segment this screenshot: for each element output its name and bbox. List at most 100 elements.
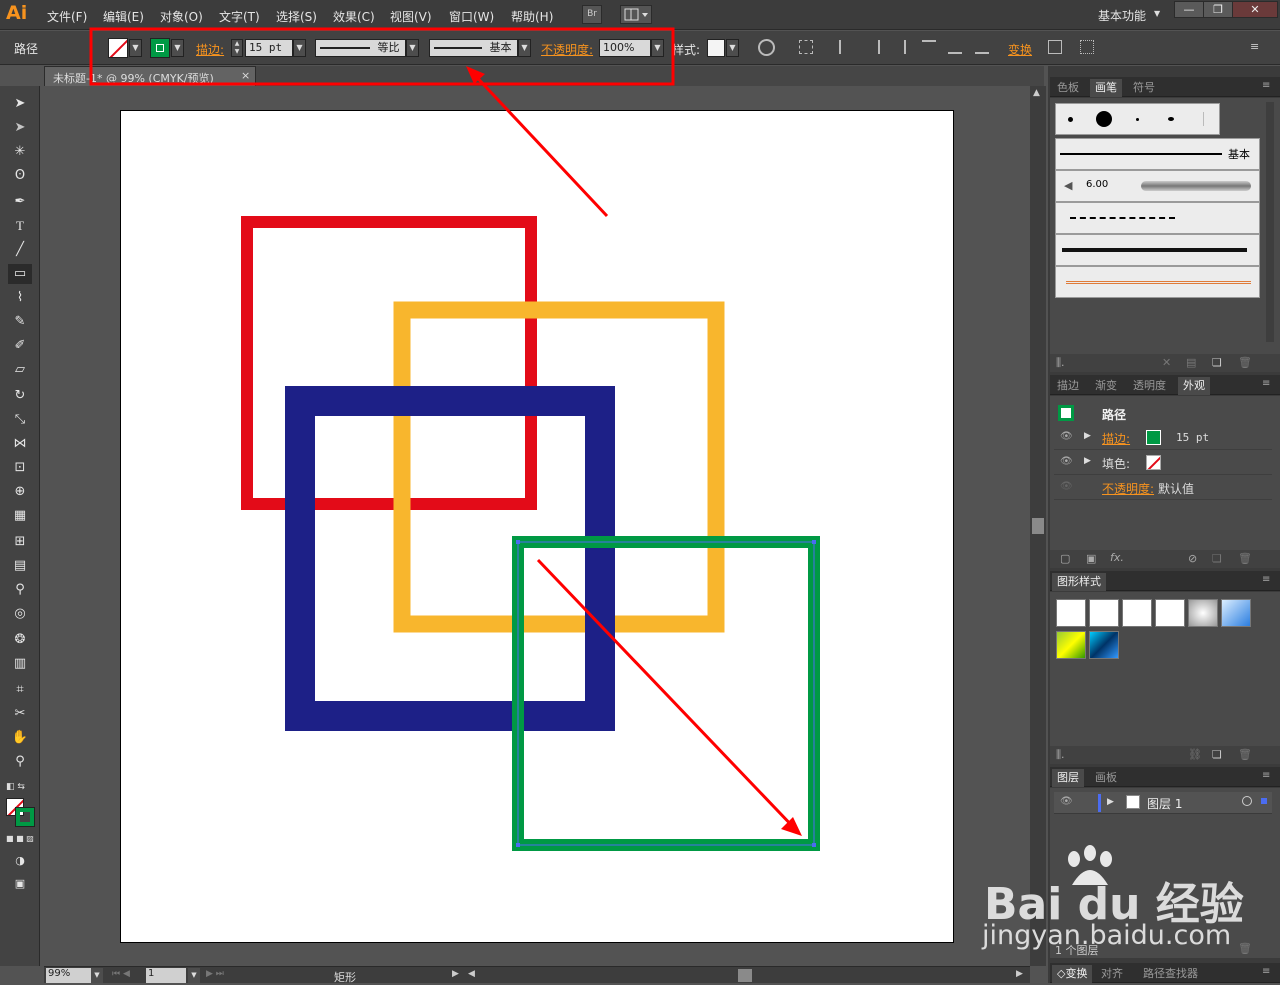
layer-name[interactable]: 图层 1	[1147, 795, 1182, 812]
hand-tool-icon[interactable]: ✋	[8, 728, 32, 748]
graphic-style-outline[interactable]	[1155, 599, 1185, 627]
eraser-tool-icon[interactable]: ▱	[8, 360, 32, 380]
appearance-stroke-value[interactable]: 15 pt	[1176, 431, 1209, 444]
layer-target-icon[interactable]	[1242, 796, 1252, 806]
graphic-styles-menu-icon[interactable]: ≡	[1262, 574, 1270, 585]
visibility-eye-icon[interactable]: 👁	[1060, 431, 1073, 442]
selection-anchor[interactable]	[516, 540, 520, 544]
free-transform-tool-icon[interactable]: ⊡	[8, 458, 32, 478]
style-dropdown[interactable]: ▼	[726, 39, 739, 57]
graphic-style-white[interactable]	[1122, 599, 1152, 627]
artboard-number-input[interactable]: 1	[146, 968, 186, 983]
appearance-stroke-label[interactable]: 描边:	[1102, 430, 1130, 447]
opacity-dropdown[interactable]: ▼	[651, 39, 664, 57]
type-tool-icon[interactable]: T	[8, 216, 32, 236]
menu-type[interactable]: 文字(T)	[219, 8, 260, 25]
eyedropper-tool-icon[interactable]: ⚲	[8, 580, 32, 600]
graphic-style-blue-texture[interactable]	[1089, 631, 1119, 659]
menu-help[interactable]: 帮助(H)	[511, 8, 553, 25]
tab-layers[interactable]: 图层	[1052, 769, 1084, 787]
canvas-workarea[interactable]	[44, 86, 1030, 966]
variable-width-profile[interactable]: 等比	[315, 39, 406, 57]
selection-anchor[interactable]	[812, 843, 816, 847]
default-colors-icon[interactable]: ◧ ⇆	[6, 782, 25, 792]
menu-effect[interactable]: 效果(C)	[333, 8, 375, 25]
opacity-label[interactable]: 不透明度:	[541, 41, 593, 58]
drawing-mode-icon[interactable]: ◑	[8, 851, 32, 871]
shape-builder-tool-icon[interactable]: ⊕	[8, 482, 32, 502]
arrange-documents-button[interactable]	[620, 5, 652, 24]
align-middle-v-icon[interactable]	[948, 40, 962, 54]
rectangle-tool-icon[interactable]: ▭	[8, 264, 32, 284]
menu-select[interactable]: 选择(S)	[276, 8, 317, 25]
pen-tool-icon[interactable]: ✒	[8, 192, 32, 212]
tab-gradient[interactable]: 渐变	[1090, 377, 1122, 395]
graphic-style-green-texture[interactable]	[1056, 631, 1086, 659]
graphic-style-library-icon[interactable]: ⫼.	[1056, 748, 1065, 762]
visibility-eye-icon[interactable]: 👁	[1060, 456, 1073, 467]
artboard-tool-icon[interactable]: ⌗	[8, 680, 32, 700]
tab-brushes[interactable]: 画笔	[1090, 79, 1122, 97]
duplicate-item-icon[interactable]: ❏	[1212, 552, 1222, 565]
zoom-input[interactable]: 99%	[46, 968, 91, 983]
fill-dropdown[interactable]: ▼	[129, 39, 142, 57]
appearance-stroke-row[interactable]: 👁 ▶ 描边: 15 pt	[1054, 426, 1272, 450]
transform-link[interactable]: 变换	[1008, 41, 1032, 58]
pattern-brush-row[interactable]	[1055, 202, 1260, 234]
layer-expand-icon[interactable]: ▶	[1107, 797, 1114, 807]
brush-dot-oval[interactable]	[1168, 117, 1174, 121]
rotate-tool-icon[interactable]: ↻	[8, 386, 32, 406]
horizontal-scroll-thumb[interactable]	[738, 969, 752, 982]
brush-dropdown[interactable]: ▼	[518, 39, 531, 57]
brush-dot-tiny[interactable]	[1136, 118, 1139, 121]
brush-panel-menu-icon[interactable]: ≡	[1262, 80, 1270, 91]
fill-swatch[interactable]	[108, 38, 128, 58]
artboard-dropdown-icon[interactable]: ▼	[188, 968, 200, 983]
tab-transparency[interactable]: 透明度	[1128, 377, 1171, 395]
appearance-opacity-label[interactable]: 不透明度:	[1102, 480, 1154, 497]
tab-transform[interactable]: ◇变换	[1052, 965, 1093, 983]
gradient-tool-icon[interactable]: ▤	[8, 556, 32, 576]
scroll-left-icon[interactable]: ◀	[468, 969, 475, 979]
bottom-panel-menu-icon[interactable]: ≡	[1262, 966, 1270, 977]
brush-dot-small[interactable]	[1068, 117, 1073, 122]
tab-align[interactable]: 对齐	[1096, 965, 1128, 983]
workspace-switcher[interactable]: 基本功能	[1098, 7, 1146, 24]
layer-selection-indicator[interactable]	[1261, 798, 1267, 804]
remove-brush-stroke-icon[interactable]: ✕	[1162, 356, 1171, 369]
layers-panel-menu-icon[interactable]: ≡	[1262, 770, 1270, 781]
direct-selection-tool-icon[interactable]: ➤	[8, 118, 32, 138]
scale-tool-icon[interactable]: ⤡	[8, 410, 32, 430]
document-tab[interactable]: 未标题-1* @ 99% (CMYK/预览) ×	[44, 66, 256, 86]
status-menu-icon[interactable]: ▶	[452, 969, 459, 979]
appearance-opacity-row[interactable]: 👁 不透明度: 默认值	[1054, 476, 1272, 500]
selection-anchor[interactable]	[812, 540, 816, 544]
zoom-tool-icon[interactable]: ⚲	[8, 752, 32, 772]
new-brush-icon[interactable]: ❏	[1212, 356, 1222, 369]
isolate-icon[interactable]	[1048, 40, 1062, 54]
brush-dot-thin[interactable]	[1203, 112, 1204, 126]
align-bottom-icon[interactable]	[975, 40, 989, 54]
magic-wand-tool-icon[interactable]: ✳	[8, 142, 32, 162]
vertical-scroll-thumb[interactable]	[1032, 518, 1044, 534]
artboard-nav-first-icon[interactable]: ⏮ ◀	[112, 969, 130, 979]
brush-options-icon[interactable]: ▤	[1186, 356, 1196, 369]
brush-definition[interactable]: 基本	[429, 39, 518, 57]
expand-triangle-icon[interactable]: ▶	[1084, 456, 1091, 466]
new-graphic-style-icon[interactable]: ❏	[1212, 748, 1222, 761]
stroke-weight-dropdown[interactable]: ▼	[293, 39, 306, 57]
delete-graphic-style-icon[interactable]: 🗑	[1238, 748, 1252, 761]
graphic-style-default[interactable]	[1056, 599, 1086, 627]
width-tool-icon[interactable]: ⋈	[8, 434, 32, 454]
layer-row[interactable]: 👁 ▶ 图层 1	[1054, 792, 1272, 814]
menu-view[interactable]: 视图(V)	[390, 8, 432, 25]
align-top-icon[interactable]	[922, 40, 936, 54]
expand-triangle-icon[interactable]: ▶	[1084, 431, 1091, 441]
menu-file[interactable]: 文件(F)	[47, 8, 87, 25]
tab-artboards[interactable]: 画板	[1090, 769, 1122, 787]
align-right-icon[interactable]	[892, 40, 906, 54]
blob-brush-tool-icon[interactable]: ✐	[8, 336, 32, 356]
color-mode-icons[interactable]: ■ ■ ▨	[6, 834, 36, 843]
selection-tool-icon[interactable]: ➤	[8, 94, 32, 114]
artboard-nav-last-icon[interactable]: ▶ ⏭	[206, 969, 224, 979]
